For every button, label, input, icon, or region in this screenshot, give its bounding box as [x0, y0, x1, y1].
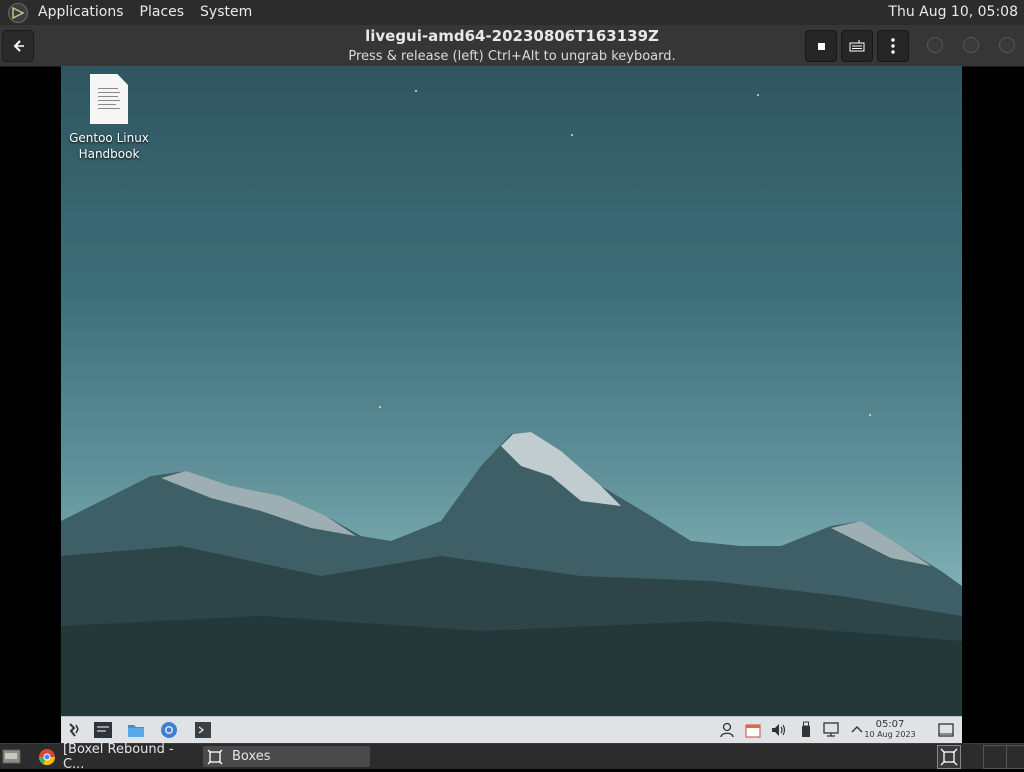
desktop-wallpaper — [61, 66, 962, 716]
menu-system[interactable]: System — [192, 0, 260, 25]
menu-applications[interactable]: Applications — [30, 0, 132, 25]
maximize-window-button[interactable] — [963, 37, 979, 53]
task-chrome-label: [Boxel Rebound - C... — [62, 741, 174, 772]
host-bottom-panel: [Boxel Rebound - C... Boxes — [0, 742, 1024, 772]
desktop-file-label: Gentoo Linux Handbook — [69, 131, 149, 161]
gentoo-logo-icon[interactable] — [8, 2, 28, 23]
keyboard-icon — [849, 40, 865, 52]
minimize-window-button[interactable] — [927, 37, 943, 53]
task-boxes-label: Boxes — [232, 749, 271, 764]
menu-places[interactable]: Places — [132, 0, 193, 25]
stop-icon — [817, 42, 825, 50]
stop-button[interactable] — [805, 30, 837, 62]
boxes-header-bar: livegui-amd64-20230806T163139Z Press & r… — [0, 25, 1024, 67]
guest-clock-date[interactable]: 10 Aug 2023 — [855, 730, 925, 740]
guest-clock-time[interactable]: 05:07 — [855, 719, 925, 730]
desktop-file-gentoo-handbook[interactable]: Gentoo Linux Handbook — [67, 74, 151, 162]
task-chrome[interactable]: [Boxel Rebound - C... — [35, 742, 199, 772]
star — [571, 134, 573, 136]
workspace-switcher-2[interactable] — [1006, 745, 1024, 769]
show-desktop-icon[interactable] — [937, 721, 955, 739]
file-manager-icon[interactable] — [127, 721, 145, 739]
usb-icon[interactable] — [797, 721, 815, 739]
star — [757, 94, 759, 96]
volume-icon[interactable] — [770, 721, 788, 739]
user-icon[interactable] — [718, 721, 736, 739]
network-icon[interactable] — [823, 721, 841, 739]
host-clock[interactable]: Thu Aug 10, 05:08 — [888, 0, 1018, 25]
calendar-icon[interactable] — [744, 721, 762, 739]
host-top-panel: Applications Places System Thu Aug 10, 0… — [0, 0, 1024, 25]
chrome-icon — [38, 748, 55, 765]
boxes-tray-icon[interactable] — [937, 745, 961, 769]
boxes-icon — [207, 749, 223, 764]
show-desktop-host-icon[interactable] — [2, 747, 22, 765]
app-menu-icon[interactable] — [66, 721, 84, 739]
menu-button[interactable] — [877, 30, 909, 62]
keyboard-button[interactable] — [841, 30, 873, 62]
close-window-button[interactable] — [999, 37, 1015, 53]
document-icon — [90, 74, 128, 124]
browser-icon[interactable] — [160, 721, 178, 739]
back-button[interactable] — [2, 30, 34, 62]
task-boxes[interactable]: Boxes — [203, 746, 370, 767]
menu-dots-icon — [891, 38, 895, 54]
star — [415, 90, 417, 92]
terminal-icon[interactable] — [94, 721, 112, 739]
guest-taskbar: 05:07 10 Aug 2023 — [61, 716, 962, 743]
back-icon — [13, 40, 24, 52]
vm-display[interactable]: Gentoo Linux Handbook 05:07 10 Aug 2023 — [61, 66, 962, 743]
workspace-switcher-1[interactable] — [983, 745, 1007, 769]
console-icon[interactable] — [194, 721, 212, 739]
mountain-range — [61, 432, 962, 716]
